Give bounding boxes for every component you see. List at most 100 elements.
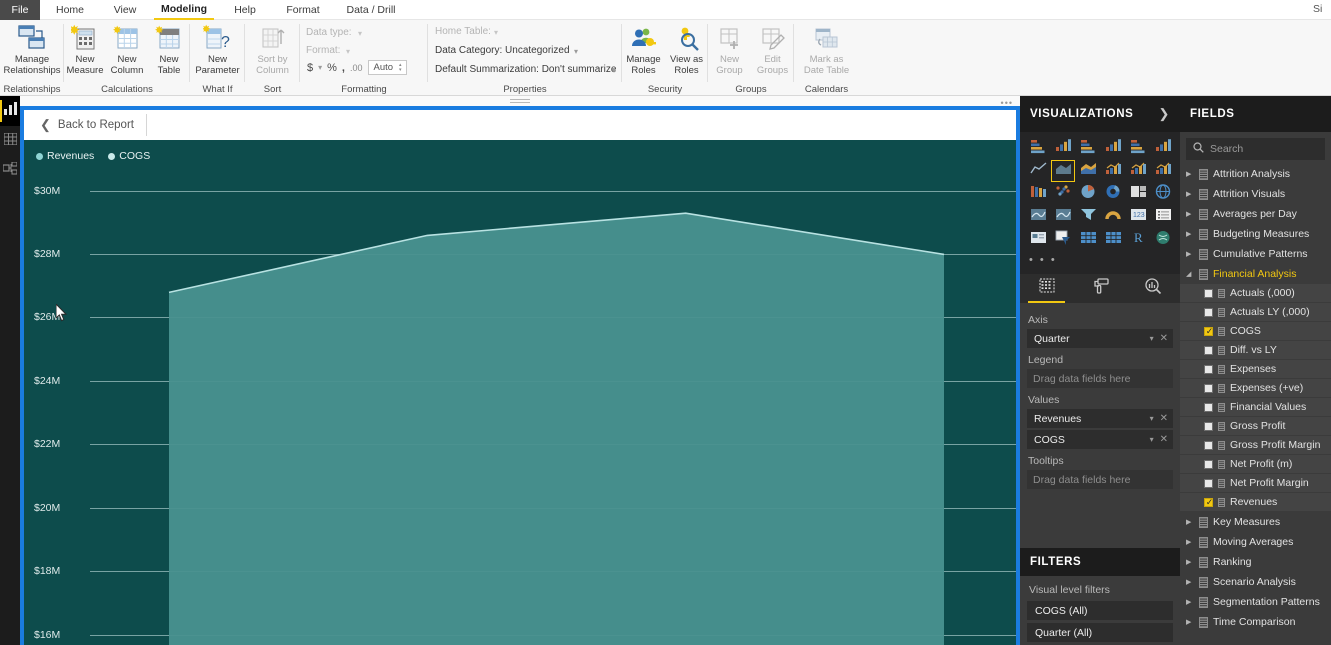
chevron-right-icon[interactable]: ▶ [1186, 618, 1194, 626]
percent-format-button[interactable]: % [327, 62, 337, 74]
visual-type-clustered-column-chart[interactable] [1101, 137, 1125, 159]
sidebar-item-report-view[interactable] [0, 96, 20, 126]
home-table-caret-icon[interactable]: ▾ [494, 28, 498, 37]
field-checkbox[interactable] [1204, 479, 1213, 488]
tab-help[interactable]: Help [222, 0, 268, 20]
well-chip-quarter[interactable]: Quarter▾✕ [1027, 329, 1173, 348]
currency-format-button[interactable]: $ [307, 62, 313, 74]
manage-relationships-button[interactable]: Manage Relationships [2, 23, 62, 83]
field-item-actuals-000-[interactable]: Actuals (,000) [1180, 284, 1331, 302]
well-chip-revenues[interactable]: Revenues▾✕ [1027, 409, 1173, 428]
back-to-report-button[interactable]: ❮ Back to Report [24, 114, 147, 136]
field-checkbox[interactable] [1204, 498, 1213, 507]
fields-table-budgeting-measures[interactable]: ▶Budgeting Measures [1180, 224, 1331, 244]
chevron-right-icon[interactable]: ▶ [1186, 558, 1194, 566]
visual-type-area-chart[interactable] [1051, 160, 1075, 182]
decimal-places-stepper[interactable]: Auto ▴▾ [368, 60, 407, 75]
field-checkbox[interactable] [1204, 384, 1213, 393]
visual-type-multi-row-card[interactable]: 123 [1126, 206, 1150, 228]
mark-as-date-table-button[interactable]: Mark as Date Table [794, 23, 859, 83]
edit-groups-button[interactable]: Edit Groups [751, 23, 794, 83]
field-checkbox[interactable] [1204, 460, 1213, 469]
format-caret-icon[interactable]: ▾ [346, 47, 350, 56]
fields-table-segmentation-patterns[interactable]: ▶Segmentation Patterns [1180, 592, 1331, 612]
remove-field-icon[interactable]: ✕ [1160, 413, 1168, 424]
fields-search-box[interactable]: Search [1186, 138, 1325, 160]
new-group-button[interactable]: New Group [708, 23, 751, 83]
visual-type-map[interactable] [1151, 183, 1175, 205]
tab-view[interactable]: View [102, 0, 148, 20]
fields-table-ranking[interactable]: ▶Ranking [1180, 552, 1331, 572]
home-table-label[interactable]: Home Table: [435, 26, 491, 37]
more-visuals-button[interactable]: • • • [1026, 254, 1176, 266]
field-item-diff-vs-ly[interactable]: Diff. vs LY [1180, 341, 1331, 359]
view-as-roles-button[interactable]: View as Roles [665, 23, 708, 83]
data-category-caret-icon[interactable]: ▾ [574, 47, 578, 56]
currency-caret-icon[interactable]: ▾ [318, 63, 322, 72]
visual-type-kpi[interactable] [1026, 229, 1050, 251]
field-checkbox[interactable] [1204, 308, 1213, 317]
visual-type-matrix[interactable] [1101, 229, 1125, 251]
analytics-pane-tab[interactable] [1127, 274, 1180, 303]
sidebar-item-model-view[interactable] [0, 156, 20, 186]
visual-type-pie-chart[interactable] [1076, 183, 1100, 205]
fields-table-financial-analysis[interactable]: ◢Financial Analysis [1180, 264, 1331, 284]
data-category-label[interactable]: Data Category: Uncategorized [435, 45, 570, 56]
field-item-financial-values[interactable]: Financial Values [1180, 398, 1331, 416]
field-item-expenses[interactable]: Expenses [1180, 360, 1331, 378]
chevron-right-icon[interactable]: ▶ [1186, 578, 1194, 586]
visual-type-funnel-chart[interactable] [1076, 206, 1100, 228]
visual-type-line-stacked-column-chart[interactable] [1101, 160, 1125, 182]
field-checkbox[interactable] [1204, 327, 1213, 336]
chevron-down-icon[interactable]: ▾ [1150, 435, 1160, 444]
format-pane-tab[interactable] [1073, 274, 1126, 303]
chevron-right-icon[interactable]: ❯ [1159, 106, 1171, 122]
field-item-net-profit-m-[interactable]: Net Profit (m) [1180, 455, 1331, 473]
well-dropzone-legend[interactable]: Drag data fields here [1027, 369, 1173, 388]
visual-type-python-visual[interactable] [1151, 229, 1175, 251]
visual-type-slicer[interactable] [1051, 229, 1075, 251]
area-chart-visual[interactable]: Revenues COGS $30M $28M [24, 140, 1016, 645]
visual-type-stacked-bar-chart[interactable] [1026, 137, 1050, 159]
well-chip-cogs[interactable]: COGS▾✕ [1027, 430, 1173, 449]
field-checkbox[interactable] [1204, 441, 1213, 450]
fields-table-scenario-analysis[interactable]: ▶Scenario Analysis [1180, 572, 1331, 592]
tab-data-drill[interactable]: Data / Drill [336, 0, 406, 20]
chevron-right-icon[interactable]: ▶ [1186, 230, 1194, 238]
visual-type-shape-map[interactable] [1051, 206, 1075, 228]
chevron-right-icon[interactable]: ▶ [1186, 170, 1194, 178]
new-column-button[interactable]: New Column [106, 23, 148, 83]
field-checkbox[interactable] [1204, 289, 1213, 298]
data-type-caret-icon[interactable]: ▾ [358, 29, 362, 38]
filter-card[interactable]: Quarter (All) [1027, 623, 1173, 642]
new-measure-button[interactable]: New Measure [64, 23, 106, 83]
visual-type-gauge[interactable] [1101, 206, 1125, 228]
fields-table-attrition-analysis[interactable]: ▶Attrition Analysis [1180, 164, 1331, 184]
remove-field-icon[interactable]: ✕ [1160, 333, 1168, 344]
chevron-down-icon[interactable]: ▾ [1150, 334, 1160, 343]
field-item-cogs[interactable]: COGS [1180, 322, 1331, 340]
field-item-gross-profit-margin[interactable]: Gross Profit Margin [1180, 436, 1331, 454]
visual-type-line-clustered-column-chart[interactable] [1126, 160, 1150, 182]
chevron-right-icon[interactable]: ▶ [1186, 538, 1194, 546]
field-item-gross-profit[interactable]: Gross Profit [1180, 417, 1331, 435]
visual-type-filled-map[interactable] [1026, 206, 1050, 228]
visual-type-clustered-bar-chart[interactable] [1076, 137, 1100, 159]
format-label[interactable]: Format: [306, 45, 340, 56]
chevron-right-icon[interactable]: ▶ [1186, 250, 1194, 258]
new-parameter-button[interactable]: ? New Parameter [190, 23, 245, 83]
chevron-right-icon[interactable]: ▶ [1186, 518, 1194, 526]
fields-table-averages-per-day[interactable]: ▶Averages per Day [1180, 204, 1331, 224]
visual-type-line-chart[interactable] [1026, 160, 1050, 182]
chevron-down-icon[interactable]: ◢ [1186, 270, 1194, 278]
visual-type-100-stacked-column-chart[interactable] [1151, 137, 1175, 159]
visual-type-r-script-visual[interactable]: R [1126, 229, 1150, 251]
visual-type-stacked-area-chart[interactable] [1076, 160, 1100, 182]
tab-format[interactable]: Format [276, 0, 330, 20]
canvas-splitter[interactable]: ••• [20, 96, 1020, 106]
visual-type-100-stacked-bar-chart[interactable] [1126, 137, 1150, 159]
field-checkbox[interactable] [1204, 422, 1213, 431]
well-dropzone-tooltips[interactable]: Drag data fields here [1027, 470, 1173, 489]
visual-type-table[interactable] [1076, 229, 1100, 251]
visual-type-treemap[interactable] [1126, 183, 1150, 205]
